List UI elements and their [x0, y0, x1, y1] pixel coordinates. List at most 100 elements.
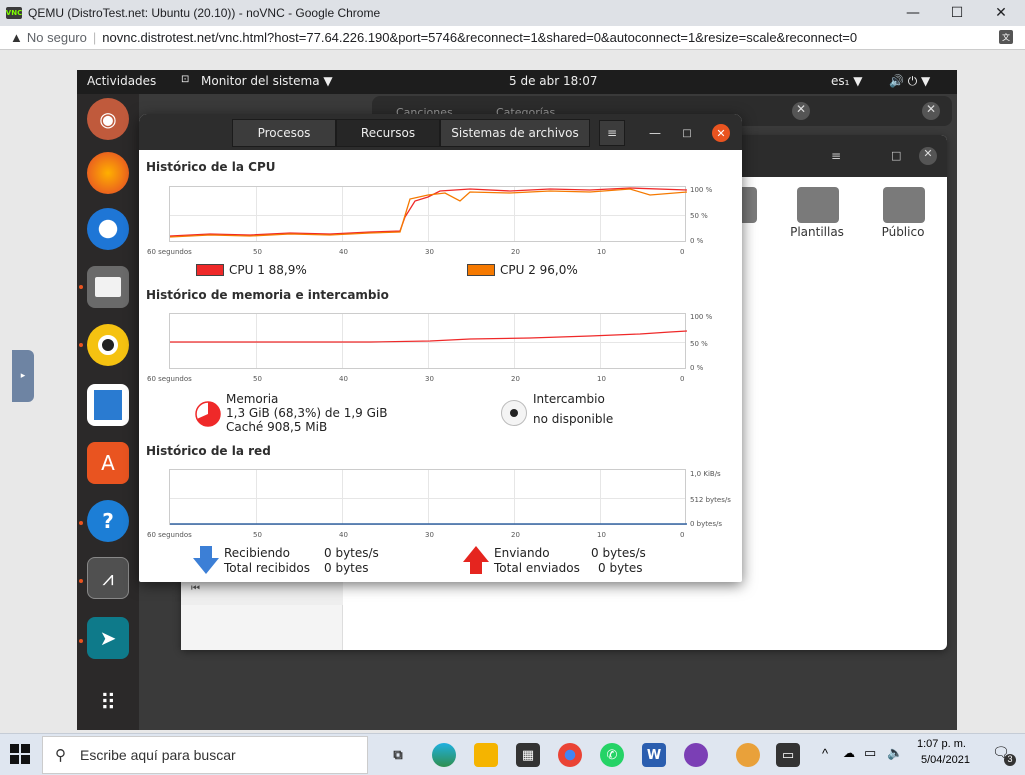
thunderbird-icon[interactable] — [87, 208, 129, 250]
task-view-icon[interactable]: ⧉ — [386, 743, 410, 767]
cpu-section-title: Histórico de la CPU — [146, 160, 276, 174]
volume-icon[interactable]: 🔈 — [887, 745, 903, 761]
memory-pie-icon[interactable] — [194, 400, 222, 428]
cpu2-color-swatch[interactable] — [467, 264, 495, 276]
onedrive-icon[interactable]: ☁ — [843, 746, 855, 760]
download-arrow-icon[interactable] — [193, 546, 219, 574]
files-close-icon[interactable]: ✕ — [919, 147, 937, 165]
monitor-header-bar: Procesos Recursos Sistemas de archivos ≡… — [139, 114, 742, 150]
tab-procesos[interactable]: Procesos — [232, 119, 336, 147]
net-xtick: 40 — [339, 531, 348, 539]
cpu1-color-swatch[interactable] — [196, 264, 224, 276]
network-icon[interactable]: ▭ — [864, 745, 876, 761]
libreoffice-writer-icon[interactable] — [87, 384, 129, 426]
cpu-xtick: 60 segundos — [147, 248, 192, 256]
swap-value: no disponible — [533, 412, 614, 426]
network-section-title: Histórico de la red — [146, 444, 271, 458]
rhythmbox-icon[interactable] — [87, 324, 129, 366]
chrome-icon[interactable] — [558, 743, 582, 767]
minimize-icon[interactable]: — — [644, 122, 666, 144]
minimize-button[interactable]: — — [891, 0, 935, 26]
public-folder-icon[interactable] — [883, 187, 925, 223]
files-menu-icon[interactable]: ≡ — [831, 149, 841, 163]
cpu1-legend: CPU 1 88,9% — [229, 263, 307, 277]
file-explorer-icon[interactable] — [474, 743, 498, 767]
memory-section-title: Histórico de memoria e intercambio — [146, 288, 389, 302]
tab-sistemas-archivos[interactable]: Sistemas de archivos — [440, 119, 590, 147]
mem-tick-50: 50 % — [690, 340, 708, 348]
tab-recursos[interactable]: Recursos — [336, 119, 440, 147]
vnc-sidebar-handle-icon[interactable]: ▸ — [12, 350, 34, 402]
maximize-icon[interactable]: □ — [676, 122, 698, 144]
taskbar-search-box[interactable]: ⚲ Escribe aquí para buscar — [42, 736, 368, 774]
net-xtick: 60 segundos — [147, 531, 192, 539]
activities-button[interactable]: Actividades — [87, 74, 156, 88]
mem-xtick: 0 — [680, 375, 685, 383]
files-icon[interactable] — [87, 266, 129, 308]
edge-icon[interactable] — [432, 743, 456, 767]
remmina-icon[interactable]: ➤ — [87, 617, 129, 659]
swap-pie-icon[interactable] — [501, 400, 527, 426]
software-center-icon[interactable]: A — [87, 442, 129, 484]
translate-icon[interactable]: 文 — [999, 30, 1013, 44]
sending-label: Enviando — [494, 546, 550, 560]
word-icon[interactable]: W — [642, 743, 666, 767]
mem-xtick: 60 segundos — [147, 375, 192, 383]
store-icon[interactable]: ▦ — [516, 743, 540, 767]
maximize-button[interactable]: ☐ — [935, 0, 979, 26]
cpu-lines — [170, 187, 687, 238]
system-monitor-icon[interactable]: ⩘ — [87, 557, 129, 599]
taskbar-date[interactable]: 5/04/2021 — [921, 754, 970, 766]
address-bar[interactable]: ▲ No seguro | novnc.distrotest.net/vnc.h… — [0, 26, 1025, 50]
sending-value: 0 bytes/s — [591, 546, 646, 560]
total-received-label: Total recibidos — [224, 561, 310, 575]
terminal-icon[interactable]: ▭ — [776, 743, 800, 767]
cpu-xtick: 10 — [597, 248, 606, 256]
rhythmbox-partial-icon[interactable]: ◉ — [87, 98, 129, 140]
windows-taskbar: ⚲ Escribe aquí para buscar ⧉ ▦ ✆ W ▭ ^ ☁… — [0, 733, 1025, 775]
firefox-icon[interactable] — [87, 152, 129, 194]
whatsapp-icon[interactable]: ✆ — [600, 743, 624, 767]
folder-label-publico[interactable]: Público — [863, 225, 943, 239]
net-xtick: 20 — [511, 531, 520, 539]
show-apps-grid-icon[interactable]: ⠿ — [87, 682, 129, 724]
cpu-graph — [169, 186, 687, 242]
mem-tick-0: 0 % — [690, 364, 704, 372]
qemu-vnc-chrome-icon[interactable] — [736, 743, 760, 767]
files-maximize-icon[interactable]: □ — [891, 149, 901, 162]
keyboard-layout[interactable]: es₁ ▼ — [831, 74, 863, 88]
windows-start-icon[interactable] — [10, 744, 30, 764]
url-text[interactable]: novnc.distrotest.net/vnc.html?host=77.64… — [102, 30, 857, 45]
gnome-top-bar: Actividades ⊡ Monitor del sistema ▼ 5 de… — [77, 70, 957, 94]
net-tick-max: 1,0 KiB/s — [690, 470, 721, 478]
bg-close-icon[interactable]: ✕ — [792, 102, 810, 120]
net-tick-zero: 0 bytes/s — [690, 520, 722, 528]
security-label[interactable]: No seguro — [27, 30, 87, 45]
search-placeholder: Escribe aquí para buscar — [80, 747, 236, 763]
close-icon[interactable]: ✕ — [712, 124, 730, 142]
running-indicator — [79, 521, 83, 525]
address-separator: | — [92, 30, 97, 45]
system-monitor-window: Procesos Recursos Sistemas de archivos ≡… — [139, 114, 742, 582]
templates-folder-icon[interactable] — [797, 187, 839, 223]
hamburger-menu-icon[interactable]: ≡ — [599, 120, 625, 146]
upload-arrow-icon[interactable] — [463, 546, 489, 574]
clock[interactable]: 5 de abr 18:07 — [509, 74, 598, 88]
mem-xtick: 50 — [253, 375, 262, 383]
taskbar-time[interactable]: 1:07 p. m. — [917, 738, 966, 750]
tor-browser-icon[interactable] — [684, 743, 708, 767]
close-button[interactable]: ✕ — [979, 0, 1023, 26]
folder-label-plantillas[interactable]: Plantillas — [777, 225, 857, 239]
help-icon[interactable]: ? — [87, 500, 129, 542]
receiving-value: 0 bytes/s — [324, 546, 379, 560]
system-tray-menu[interactable]: 🔊 ⏻ ▼ — [889, 74, 930, 89]
bg-close2-icon[interactable]: ✕ — [922, 102, 940, 120]
warning-icon[interactable]: ▲ — [10, 30, 23, 45]
cpu-tick-0: 0 % — [690, 237, 704, 245]
browser-title-bar: VNC QEMU (DistroTest.net: Ubuntu (20.10)… — [0, 0, 1025, 26]
memory-line — [170, 330, 687, 343]
net-xtick: 30 — [425, 531, 434, 539]
tray-chevron-icon[interactable]: ^ — [822, 746, 828, 761]
app-menu[interactable]: Monitor del sistema ▼ — [201, 74, 333, 88]
previous-track-icon[interactable]: ⏮ — [191, 583, 200, 594]
